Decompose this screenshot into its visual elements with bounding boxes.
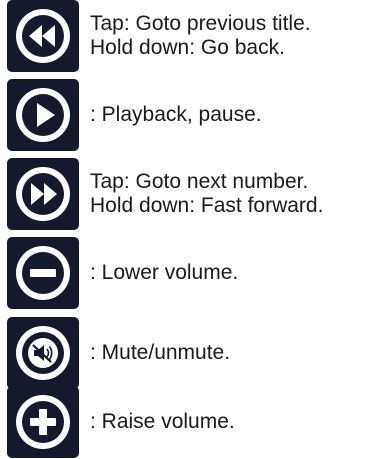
rewind-icon xyxy=(16,9,70,63)
play-icon xyxy=(16,88,70,142)
legend-row-volume-down: : Lower volume. xyxy=(0,237,389,309)
legend-row-rewind: Tap: Goto previous title. Hold down: Go … xyxy=(0,0,389,72)
legend-row-volume-up: : Raise volume. xyxy=(0,386,389,458)
control-legend: Tap: Goto previous title. Hold down: Go … xyxy=(0,0,389,459)
volume-up-button[interactable] xyxy=(7,386,79,458)
volume-up-text: : Raise volume. xyxy=(90,410,235,433)
fast-forward-icon xyxy=(16,167,70,221)
rewind-hold-text: Hold down: Go back. xyxy=(90,36,285,59)
volume-down-description: : Lower volume. xyxy=(90,237,238,309)
plus-icon xyxy=(16,395,70,449)
mute-description: : Mute/unmute. xyxy=(90,317,230,389)
volume-down-text: : Lower volume. xyxy=(90,261,239,284)
legend-row-mute: : Mute/unmute. xyxy=(0,317,389,389)
rewind-description: Tap: Goto previous title. Hold down: Go … xyxy=(90,0,311,72)
minus-icon xyxy=(16,246,70,300)
legend-row-fast-forward: Tap: Goto next number. Hold down: Fast f… xyxy=(0,158,389,230)
play-description: : Playback, pause. xyxy=(90,79,262,151)
legend-row-play: : Playback, pause. xyxy=(0,79,389,151)
mute-button[interactable] xyxy=(7,317,79,389)
play-button[interactable] xyxy=(7,79,79,151)
fast-forward-button[interactable] xyxy=(7,158,79,230)
fast-forward-hold-text: Hold down: Fast forward. xyxy=(90,194,324,217)
volume-down-button[interactable] xyxy=(7,237,79,309)
mute-icon xyxy=(16,326,70,380)
rewind-button[interactable] xyxy=(7,0,79,72)
rewind-tap-text: Tap: Goto previous title. xyxy=(90,12,311,35)
play-text: : Playback, pause. xyxy=(90,103,262,126)
mute-text: : Mute/unmute. xyxy=(90,341,231,364)
fast-forward-tap-text: Tap: Goto next number. xyxy=(90,170,309,193)
fast-forward-description: Tap: Goto next number. Hold down: Fast f… xyxy=(90,158,323,230)
volume-up-description: : Raise volume. xyxy=(90,386,235,458)
